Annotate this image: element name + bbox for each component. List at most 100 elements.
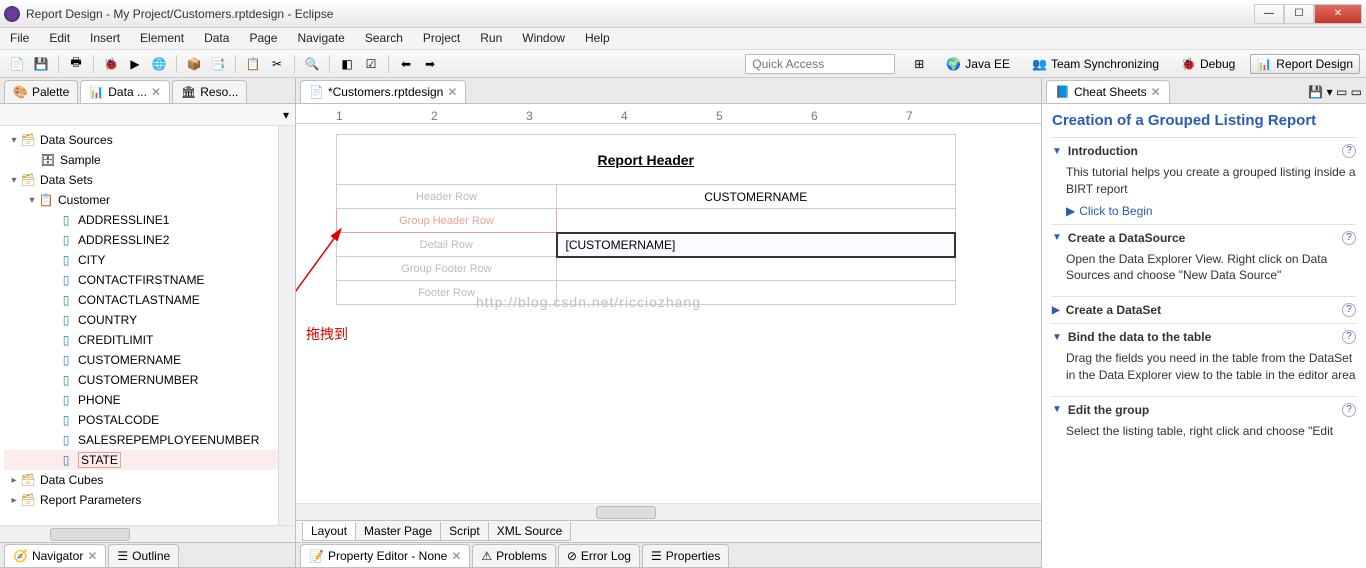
click-to-begin-link[interactable]: ▶ Click to Begin (1066, 204, 1356, 218)
perspective-java-ee[interactable]: 🌍Java EE (939, 54, 1017, 74)
section-bind-data[interactable]: Bind the data to the table? (1052, 330, 1356, 344)
menu-page[interactable]: Page (239, 28, 287, 49)
view-menu-icon[interactable]: 💾 ▾ ▭ ▭ (1304, 81, 1366, 103)
tab-layout[interactable]: Layout (302, 522, 356, 541)
new-project-button[interactable]: 📦 (183, 53, 205, 75)
perspective-report-design[interactable]: 📊Report Design (1250, 54, 1360, 74)
help-icon[interactable]: ? (1342, 303, 1356, 317)
tree-scrollbar[interactable] (278, 126, 295, 525)
group-footer-row-label[interactable]: Group Footer Row (337, 257, 557, 281)
tab-palette[interactable]: 🎨 Palette (4, 80, 78, 103)
group-header-cell[interactable] (557, 209, 956, 233)
menu-window[interactable]: Window (512, 28, 575, 49)
paste-button[interactable]: 📋 (242, 53, 264, 75)
section-edit-group[interactable]: Edit the group? (1052, 403, 1356, 417)
column-customernumber[interactable]: ▯CUSTOMERNUMBER (4, 370, 278, 390)
section-introduction[interactable]: Introduction? (1052, 144, 1356, 158)
perspective-debug[interactable]: 🐞Debug (1174, 54, 1242, 74)
close-icon[interactable]: ✕ (1151, 85, 1161, 99)
group-footer-cell[interactable] (557, 257, 956, 281)
tab-resource[interactable]: 🏛 Reso... (172, 80, 247, 103)
header-row-label[interactable]: Header Row (337, 185, 557, 209)
tab-error-log[interactable]: ⊘ Error Log (558, 544, 640, 567)
editor-hscrollbar[interactable] (296, 503, 1041, 520)
help-icon[interactable]: ? (1342, 330, 1356, 344)
close-button[interactable]: ✕ (1314, 4, 1362, 24)
maximize-button[interactable]: ☐ (1284, 4, 1314, 24)
close-icon[interactable]: ✕ (451, 549, 461, 563)
help-icon[interactable]: ? (1342, 231, 1356, 245)
data-explorer-tree[interactable]: ▾🗃Data Sources 🗄Sample ▾🗃Data Sets ▾📋Cus… (0, 126, 278, 525)
section-create-datasource[interactable]: Create a DataSource? (1052, 231, 1356, 245)
column-icon: ▯ (58, 453, 74, 467)
tree-hscrollbar[interactable] (0, 525, 295, 542)
data-explorer-toolbar: ▾ (0, 104, 295, 126)
column-state[interactable]: ▯STATE (4, 450, 278, 470)
new-button[interactable]: 📄 (6, 53, 28, 75)
menubar: File Edit Insert Element Data Page Navig… (0, 28, 1366, 50)
customername-field[interactable]: [CUSTOMERNAME] (557, 233, 956, 257)
run-ext-button[interactable]: 🌐 (148, 53, 170, 75)
tab-customers-rptdesign[interactable]: 📄 *Customers.rptdesign ✕ (300, 80, 466, 103)
minimize-button[interactable]: — (1254, 4, 1284, 24)
back-button[interactable]: ⬅ (395, 53, 417, 75)
menu-data[interactable]: Data (194, 28, 239, 49)
menu-file[interactable]: File (0, 28, 39, 49)
column-creditlimit[interactable]: ▯CREDITLIMIT (4, 330, 278, 350)
mark-button[interactable]: ☑ (360, 53, 382, 75)
menu-project[interactable]: Project (413, 28, 470, 49)
print-button[interactable]: 🖶 (65, 53, 87, 75)
column-customername[interactable]: ▯CUSTOMERNAME (4, 350, 278, 370)
cut-button[interactable]: ✂ (266, 53, 288, 75)
customername-header[interactable]: CUSTOMERNAME (557, 185, 956, 209)
menu-navigate[interactable]: Navigate (287, 28, 354, 49)
perspective-team-sync[interactable]: 👥Team Synchronizing (1025, 54, 1166, 74)
menu-insert[interactable]: Insert (80, 28, 130, 49)
column-addressline1[interactable]: ▯ADDRESSLINE1 (4, 210, 278, 230)
column-phone[interactable]: ▯PHONE (4, 390, 278, 410)
menu-run[interactable]: Run (470, 28, 512, 49)
close-icon[interactable]: ✕ (87, 549, 97, 563)
run-button[interactable]: ▶ (124, 53, 146, 75)
column-addressline2[interactable]: ▯ADDRESSLINE2 (4, 230, 278, 250)
column-city[interactable]: ▯CITY (4, 250, 278, 270)
column-postalcode[interactable]: ▯POSTALCODE (4, 410, 278, 430)
tab-master-page[interactable]: Master Page (355, 522, 441, 541)
section-create-dataset[interactable]: Create a DataSet? (1052, 303, 1356, 317)
help-icon[interactable]: ? (1342, 144, 1356, 158)
close-icon[interactable]: ✕ (151, 85, 161, 99)
menu-search[interactable]: Search (355, 28, 413, 49)
tab-property-editor[interactable]: 📝 Property Editor - None ✕ (300, 544, 470, 567)
tab-xml-source[interactable]: XML Source (488, 522, 572, 541)
forward-button[interactable]: ➡ (419, 53, 441, 75)
tab-cheat-sheets[interactable]: 📘 Cheat Sheets ✕ (1046, 80, 1170, 103)
tab-properties[interactable]: ☰ Properties (642, 544, 729, 567)
group-header-row-label[interactable]: Group Header Row (337, 209, 557, 233)
detail-row-label[interactable]: Detail Row (337, 233, 557, 257)
view-menu-icon[interactable]: ▾ (283, 108, 289, 122)
column-contactlastname[interactable]: ▯CONTACTLASTNAME (4, 290, 278, 310)
menu-element[interactable]: Element (130, 28, 194, 49)
tab-data-explorer[interactable]: 📊 Data ... ✕ (80, 80, 170, 103)
tab-script[interactable]: Script (440, 522, 489, 541)
save-button[interactable]: 💾 (30, 53, 52, 75)
open-perspective-button[interactable]: ⊞ (907, 54, 931, 74)
column-salesrep[interactable]: ▯SALESREPEMPLOYEENUMBER (4, 430, 278, 450)
debug-button[interactable]: 🐞 (100, 53, 122, 75)
report-table[interactable]: Report Header Header RowCUSTOMERNAME Gro… (336, 134, 956, 305)
search-button[interactable]: 🔍 (301, 53, 323, 75)
report-editor[interactable]: 1234567 Report Header Header RowCUSTOMER… (296, 104, 1041, 503)
new-file-button[interactable]: 📑 (207, 53, 229, 75)
menu-help[interactable]: Help (575, 28, 620, 49)
tab-problems[interactable]: ⚠ Problems (472, 544, 555, 567)
menu-edit[interactable]: Edit (39, 28, 80, 49)
quick-access-input[interactable] (745, 54, 895, 74)
column-country[interactable]: ▯COUNTRY (4, 310, 278, 330)
column-contactfirstname[interactable]: ▯CONTACTFIRSTNAME (4, 270, 278, 290)
tab-navigator[interactable]: 🧭 Navigator ✕ (4, 544, 106, 567)
help-icon[interactable]: ? (1342, 403, 1356, 417)
close-icon[interactable]: ✕ (447, 85, 457, 99)
tab-outline[interactable]: ☰ Outline (108, 544, 179, 567)
report-header-cell[interactable]: Report Header (337, 135, 956, 185)
toggle-button[interactable]: ◧ (336, 53, 358, 75)
